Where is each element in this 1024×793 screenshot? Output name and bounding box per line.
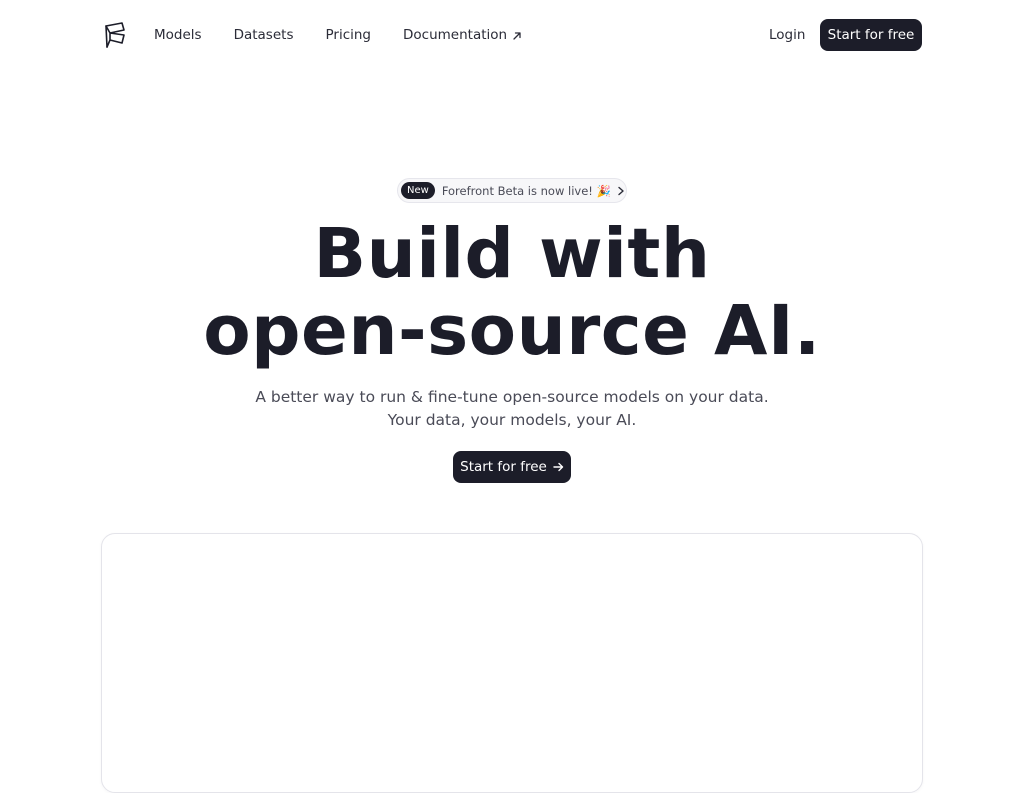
hero-title-line-2: open-source AI. <box>203 291 821 371</box>
forefront-logo-icon[interactable] <box>103 21 127 49</box>
new-badge: New <box>401 182 435 199</box>
announcement-pill[interactable]: New Forefront Beta is now live! 🎉 <box>397 178 627 203</box>
login-link[interactable]: Login <box>769 26 805 44</box>
chevron-right-icon <box>618 186 624 195</box>
nav-documentation-link[interactable]: Documentation <box>403 26 522 44</box>
hero-title-line-1: Build with <box>313 214 711 294</box>
announcement-text: Forefront Beta is now live! 🎉 <box>441 183 611 198</box>
product-preview-panel <box>101 533 923 793</box>
hero-subtitle-line-2: Your data, your models, your AI. <box>387 411 637 429</box>
nav-datasets-link[interactable]: Datasets <box>234 26 294 44</box>
arrow-right-icon <box>553 462 564 472</box>
hero-start-free-button[interactable]: Start for free <box>453 451 571 483</box>
nav-start-free-button[interactable]: Start for free <box>820 19 922 51</box>
arrow-up-right-icon <box>513 32 521 40</box>
hero-subtitle-line-1: A better way to run & fine-tune open-sou… <box>255 388 769 406</box>
primary-nav: Models Datasets Pricing Documentation <box>154 26 522 44</box>
nav-pricing-link[interactable]: Pricing <box>325 26 371 44</box>
nav-models-link[interactable]: Models <box>154 26 202 44</box>
hero-title: Build with open-source AI. <box>0 216 1024 370</box>
nav-documentation-label: Documentation <box>403 27 508 43</box>
hero-subtitle: A better way to run & fine-tune open-sou… <box>0 386 1024 432</box>
hero-cta-label: Start for free <box>460 459 547 475</box>
top-navbar: Models Datasets Pricing Documentation Lo… <box>0 0 1024 70</box>
